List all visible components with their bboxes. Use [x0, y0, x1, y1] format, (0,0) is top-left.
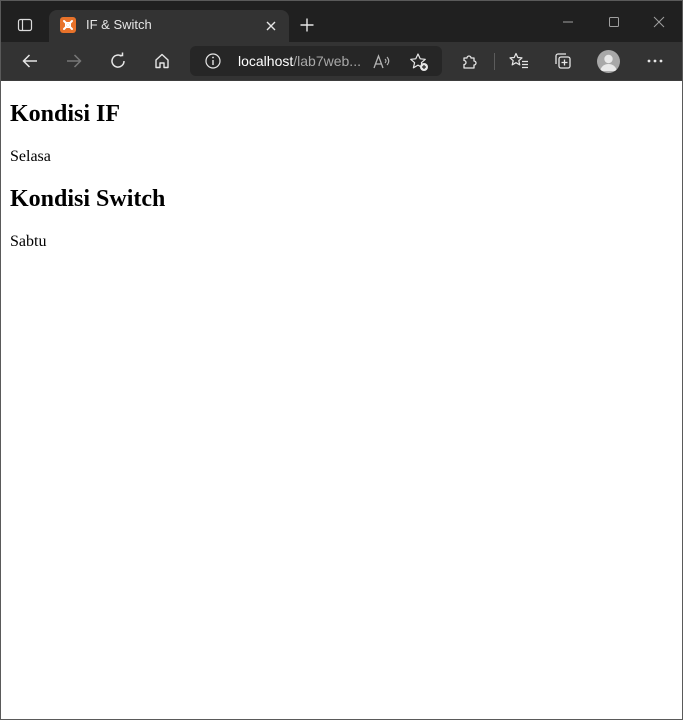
new-tab-button[interactable] — [293, 11, 321, 39]
result-switch-text: Sabtu — [10, 233, 47, 250]
info-icon — [205, 53, 221, 69]
puzzle-icon — [463, 55, 477, 69]
tab-actions-icon — [17, 18, 33, 32]
page-content: Kondisi IF Selasa Kondisi Switch Sabtu — [1, 81, 682, 719]
back-button[interactable] — [14, 45, 46, 77]
maximize-button[interactable] — [599, 9, 629, 35]
home-icon — [155, 53, 169, 69]
more-icon — [647, 59, 663, 63]
toolbar: localhost/lab7web... — [1, 42, 682, 81]
url-host: localhost — [238, 53, 294, 69]
profile-avatar[interactable] — [597, 50, 620, 73]
toolbar-divider — [494, 53, 495, 70]
close-icon — [653, 16, 665, 28]
collections-icon — [555, 53, 571, 69]
plus-icon — [300, 18, 314, 32]
tab-active[interactable]: IF & Switch — [49, 10, 289, 42]
star-add-icon — [410, 53, 428, 71]
tab-strip: IF & Switch — [1, 1, 682, 42]
heading-kondisi-if: Kondisi IF — [10, 101, 121, 127]
read-aloud-button[interactable] — [371, 51, 393, 73]
xampp-icon — [60, 17, 76, 33]
add-favorite-button[interactable] — [408, 51, 430, 73]
refresh-icon — [111, 52, 125, 68]
favorites-icon — [509, 52, 528, 69]
user-icon — [600, 54, 617, 71]
minimize-icon — [563, 21, 573, 23]
read-aloud-icon — [373, 54, 390, 69]
maximize-icon — [609, 17, 619, 27]
browser-window: IF & Switch localhost/lab7web... Kondisi… — [0, 0, 683, 720]
settings-menu-button[interactable] — [639, 45, 671, 77]
site-info-button[interactable] — [204, 52, 222, 70]
url-text[interactable]: localhost/lab7web... — [238, 53, 361, 69]
collections-button[interactable] — [547, 45, 579, 77]
forward-button[interactable] — [58, 45, 90, 77]
url-path: /lab7web... — [293, 53, 361, 69]
arrow-right-icon — [67, 54, 82, 68]
extensions-button[interactable] — [454, 45, 486, 77]
window-close-button[interactable] — [644, 9, 674, 35]
home-button[interactable] — [146, 45, 178, 77]
close-icon — [266, 21, 276, 31]
result-if-text: Selasa — [10, 148, 51, 165]
heading-kondisi-switch: Kondisi Switch — [10, 186, 166, 212]
address-bar[interactable]: localhost/lab7web... — [190, 46, 442, 76]
tab-actions-button[interactable] — [9, 9, 41, 41]
minimize-button[interactable] — [553, 9, 583, 35]
tab-close-button[interactable] — [261, 16, 281, 36]
refresh-button[interactable] — [102, 45, 134, 77]
arrow-left-icon — [22, 54, 37, 68]
favorites-button[interactable] — [503, 45, 535, 77]
tab-title: IF & Switch — [86, 17, 152, 32]
